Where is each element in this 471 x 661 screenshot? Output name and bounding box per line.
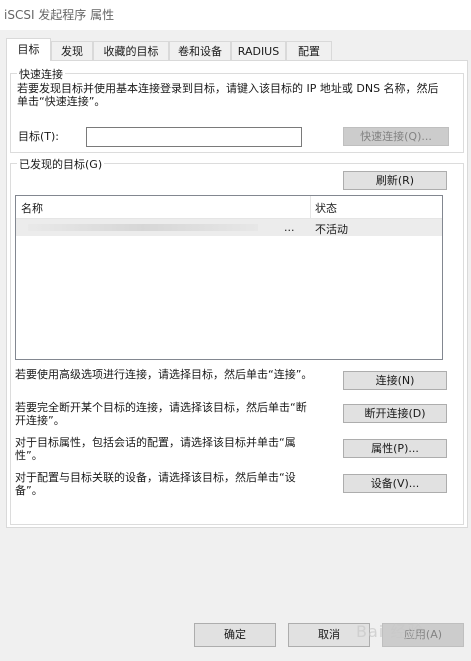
target-name-cell: ...: [284, 221, 295, 234]
column-separator[interactable]: [310, 196, 311, 218]
devices-button[interactable]: 设备(V)...: [343, 474, 447, 493]
quick-connect-button[interactable]: 快速连接(Q)...: [343, 127, 449, 146]
connect-description: 若要使用高级选项进行连接，请选择目标，然后单击“连接”。: [15, 368, 313, 381]
tab-favorite-targets[interactable]: 收藏的目标: [93, 41, 169, 60]
refresh-button[interactable]: 刷新(R): [343, 171, 447, 190]
disconnect-description: 若要完全断开某个目标的连接，请选择该目标，然后单击“断开连接”。: [15, 401, 307, 427]
tab-panel-targets: 快速连接 若要发现目标并使用基本连接登录到目标，请键入该目标的 IP 地址或 D…: [6, 60, 468, 528]
title-bar: iSCSI 发起程序 属性: [0, 0, 471, 30]
window-title: iSCSI 发起程序 属性: [4, 8, 115, 22]
tab-radius[interactable]: RADIUS: [231, 41, 286, 60]
tab-configuration[interactable]: 配置: [286, 41, 332, 60]
tab-targets[interactable]: 目标: [6, 38, 51, 61]
column-header-status[interactable]: 状态: [315, 200, 337, 216]
watermark-logo: Bai 经验: [356, 622, 425, 641]
devices-description: 对于配置与目标关联的设备，请选择该目标，然后单击“设备”。: [15, 471, 296, 497]
discovered-targets-group: 已发现的目标(G) 刷新(R) 名称 状态 ... 不活动 若要使用高级选项进行…: [10, 156, 464, 525]
ok-button[interactable]: 确定: [194, 623, 276, 647]
target-input[interactable]: [86, 127, 302, 147]
quick-connect-title: 快速连接: [17, 66, 65, 82]
discovered-targets-title: 已发现的目标(G): [17, 156, 105, 172]
disconnect-button[interactable]: 断开连接(D): [343, 404, 447, 423]
table-row[interactable]: ... 不活动: [16, 219, 442, 236]
connect-button[interactable]: 连接(N): [343, 371, 447, 390]
properties-button[interactable]: 属性(P)...: [343, 439, 447, 458]
list-header: 名称 状态: [16, 196, 442, 219]
targets-list[interactable]: 名称 状态 ... 不活动: [15, 195, 443, 360]
redacted-target-name: [28, 224, 258, 231]
column-header-name[interactable]: 名称: [21, 200, 43, 216]
target-label: 目标(T):: [18, 130, 60, 143]
tab-volumes-and-devices[interactable]: 卷和设备: [169, 41, 231, 60]
quick-connect-group: 快速连接 若要发现目标并使用基本连接登录到目标，请键入该目标的 IP 地址或 D…: [10, 66, 464, 153]
quick-connect-description: 若要发现目标并使用基本连接登录到目标，请键入该目标的 IP 地址或 DNS 名称…: [17, 82, 439, 108]
target-status-cell: 不活动: [315, 223, 348, 236]
tab-discovery[interactable]: 发现: [51, 41, 93, 60]
properties-description: 对于目标属性，包括会话的配置，请选择该目标并单击“属性”。: [15, 436, 296, 462]
